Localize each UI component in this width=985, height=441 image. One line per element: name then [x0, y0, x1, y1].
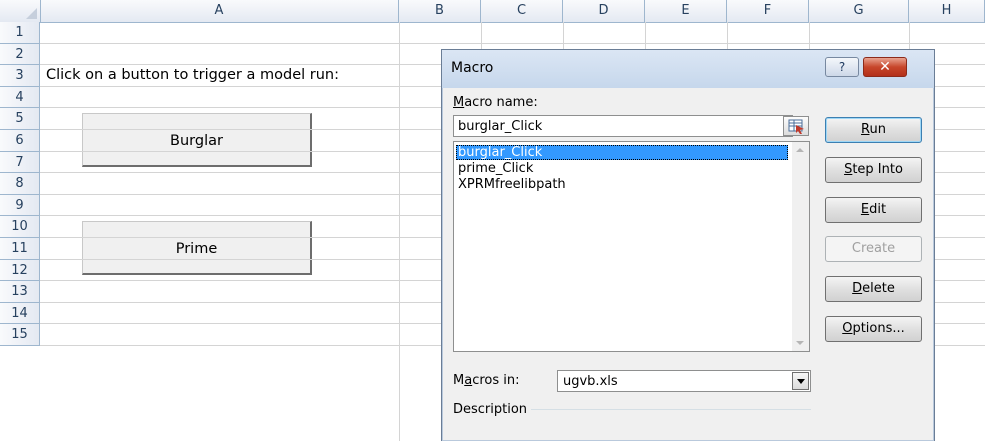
row-header-12[interactable]: 12: [0, 259, 40, 282]
row-header-7[interactable]: 7: [0, 151, 40, 174]
select-all-icon: [26, 8, 37, 19]
edit-button[interactable]: Edit: [825, 197, 922, 223]
row-header-6[interactable]: 6: [0, 130, 40, 152]
collapse-dialog-button[interactable]: [783, 116, 809, 136]
run-button[interactable]: Run: [825, 117, 922, 143]
description-divider: [531, 409, 811, 410]
scroll-up-icon[interactable]: [796, 148, 804, 152]
row-header-4[interactable]: 4: [0, 86, 40, 109]
select-all-corner[interactable]: [0, 0, 41, 22]
create-button: Create: [825, 236, 922, 262]
help-icon: ?: [838, 60, 846, 74]
prime-button[interactable]: Prime: [82, 221, 312, 275]
list-scrollbar[interactable]: [792, 142, 809, 351]
row-header-14[interactable]: 14: [0, 302, 40, 325]
macros-in-value: ugvb.xls: [563, 374, 618, 389]
delete-button[interactable]: Delete: [825, 276, 922, 302]
row-header-1[interactable]: 1: [0, 22, 40, 44]
column-header-a[interactable]: A: [40, 0, 399, 22]
row-header-13[interactable]: 13: [0, 281, 40, 303]
list-item[interactable]: burglar_Click: [456, 145, 788, 160]
range-select-icon: [788, 119, 804, 134]
column-header-d[interactable]: D: [563, 0, 645, 22]
list-item[interactable]: XPRMfreelibpath: [456, 177, 788, 192]
macro-name-label: Macro name:: [453, 95, 538, 110]
row-header-15[interactable]: 15: [0, 324, 40, 346]
row-header-10[interactable]: 10: [0, 216, 40, 238]
help-button[interactable]: ?: [825, 57, 859, 77]
options-button[interactable]: Options...: [825, 316, 922, 342]
scroll-down-icon[interactable]: [796, 341, 804, 345]
dialog-titlebar[interactable]: Macro ? ✕: [442, 50, 934, 88]
column-header-c[interactable]: C: [481, 0, 563, 22]
description-label: Description: [453, 402, 528, 417]
step-into-button[interactable]: Step Into: [825, 157, 922, 183]
cell-a2-text: Click on a button to trigger a model run…: [46, 67, 339, 83]
macros-in-label: Macros in:: [453, 373, 520, 388]
dropdown-button[interactable]: [792, 372, 809, 390]
row-header-3[interactable]: 3: [0, 65, 40, 87]
macro-list[interactable]: burglar_Click prime_Click XPRMfreelibpat…: [453, 141, 810, 352]
row-header-8[interactable]: 8: [0, 173, 40, 195]
column-header-h[interactable]: H: [909, 0, 985, 22]
list-item[interactable]: prime_Click: [456, 161, 788, 176]
row-header-11[interactable]: 11: [0, 238, 40, 260]
close-button[interactable]: ✕: [863, 57, 907, 77]
close-icon: ✕: [879, 59, 891, 75]
column-header-b[interactable]: B: [399, 0, 481, 22]
row-header-2[interactable]: 2: [0, 43, 40, 66]
row-header-5[interactable]: 5: [0, 108, 40, 130]
column-header-e[interactable]: E: [645, 0, 727, 22]
burglar-button[interactable]: Burglar: [82, 113, 312, 167]
column-header-g[interactable]: G: [809, 0, 909, 22]
gridline: [40, 42, 985, 44]
column-header-row: A B C D E F G H: [0, 0, 985, 23]
macros-in-select[interactable]: ugvb.xls: [557, 370, 811, 392]
macro-name-value: burglar_Click: [458, 119, 543, 134]
macro-name-input[interactable]: burglar_Click: [453, 115, 793, 137]
chevron-down-icon: [797, 379, 805, 384]
row-header-9[interactable]: 9: [0, 194, 40, 217]
column-header-f[interactable]: F: [727, 0, 809, 22]
dialog-title: Macro: [451, 60, 494, 76]
